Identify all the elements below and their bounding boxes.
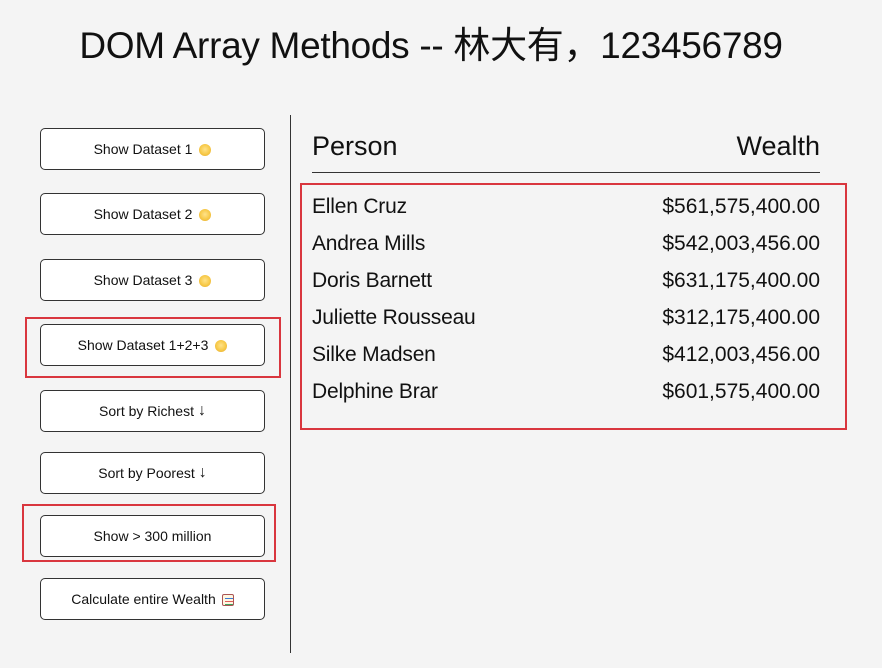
button-label: Sort by Poorest [98,465,195,481]
person-name: Ellen Cruz [312,195,407,218]
table-row: Doris Barnett $631,175,400.00 [312,267,820,304]
person-column-header: Person [312,131,398,161]
table-row: Ellen Cruz $561,575,400.00 [312,193,820,230]
calculate-wealth-button[interactable]: Calculate entire Wealth [40,578,265,620]
button-label: Show Dataset 2 [93,206,193,222]
highlight-box [22,504,276,562]
button-label: Sort by Richest [99,403,194,419]
face-emoji-icon [199,209,212,221]
person-name: Andrea Mills [312,232,426,255]
sort-richest-button[interactable]: Sort by Richest ↓ [40,390,265,432]
button-label: Show Dataset 1 [93,141,193,157]
person-wealth: $412,003,456.00 [662,343,820,366]
sort-poorest-button[interactable]: Sort by Poorest ↓ [40,452,265,494]
person-wealth: $601,575,400.00 [662,380,820,403]
person-name: Delphine Brar [312,380,438,403]
page-title: DOM Array Methods -- 林大有，123456789 [79,25,783,66]
face-emoji-icon [199,144,212,156]
arrow-down-icon: ↓ [198,464,207,481]
person-wealth: $542,003,456.00 [662,232,820,255]
person-wealth: $561,575,400.00 [662,195,820,218]
highlight-box [25,317,281,378]
table-rows: Ellen Cruz $561,575,400.00 Andrea Mills … [312,193,820,415]
table-row: Andrea Mills $542,003,456.00 [312,230,820,267]
table-row: Juliette Rousseau $312,175,400.00 [312,304,820,341]
arrow-down-icon: ↓ [197,402,206,419]
button-label: Calculate entire Wealth [71,591,216,607]
person-wealth: $631,175,400.00 [662,269,820,292]
show-dataset-3-button[interactable]: Show Dataset 3 [40,259,265,301]
table-row: Silke Madsen $412,003,456.00 [312,341,820,378]
wealth-table: Person Wealth Ellen Cruz $561,575,400.00… [312,128,820,403]
show-dataset-2-button[interactable]: Show Dataset 2 [40,193,265,235]
table-header: Person Wealth [312,128,820,173]
face-emoji-icon [199,275,212,287]
person-name: Silke Madsen [312,343,436,366]
button-label: Show Dataset 3 [93,272,193,288]
person-name: Doris Barnett [312,269,432,292]
abacus-icon [221,594,234,606]
person-name: Juliette Rousseau [312,306,476,329]
person-wealth: $312,175,400.00 [662,306,820,329]
wealth-column-header: Wealth [736,131,820,161]
table-row: Delphine Brar $601,575,400.00 [312,378,820,415]
show-dataset-1-button[interactable]: Show Dataset 1 [40,128,265,170]
